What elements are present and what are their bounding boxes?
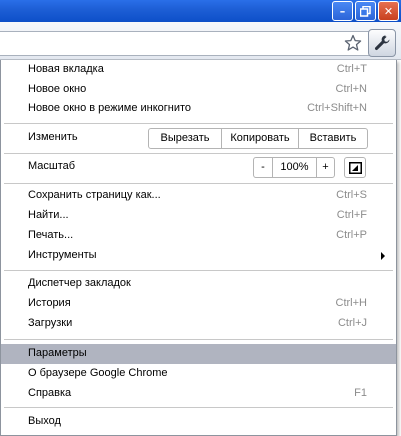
menu-item-exit[interactable]: Выход: [1, 412, 396, 432]
menu-item-shortcut: Ctrl+S: [336, 189, 367, 201]
menu-item-label: Печать...: [28, 229, 74, 241]
menu-item-label: Новое окно в режиме инкогнито: [28, 102, 192, 114]
star-icon[interactable]: [344, 34, 362, 52]
wrench-menu-button[interactable]: [368, 29, 396, 57]
menu-item-label: Загрузки: [28, 317, 73, 329]
fullscreen-button[interactable]: [344, 157, 366, 178]
menu-separator: [4, 183, 393, 184]
menu-item-new-tab[interactable]: Новая вкладка Ctrl+T: [1, 60, 396, 80]
close-button[interactable]: ✕: [378, 1, 399, 21]
menu-item-print[interactable]: Печать... Ctrl+P: [1, 226, 396, 246]
menu-item-label: Инструменты: [28, 249, 97, 261]
menu-item-label: Масштаб: [28, 160, 76, 172]
menu-item-label: Диспетчер закладок: [28, 277, 131, 289]
browser-toolbar: [0, 22, 401, 60]
menu-item-shortcut: Ctrl+J: [337, 317, 367, 329]
menu-item-settings[interactable]: Параметры: [1, 344, 396, 364]
menu-item-shortcut: Ctrl+T: [336, 63, 367, 75]
menu-item-history[interactable]: История Ctrl+H: [1, 294, 396, 314]
menu-item-shortcut: F1: [354, 387, 367, 399]
menu-item-new-window[interactable]: Новое окно Ctrl+N: [1, 80, 396, 100]
restore-button[interactable]: [355, 1, 376, 21]
zoom-out-button[interactable]: -: [254, 158, 272, 177]
zoom-level: 100%: [272, 158, 316, 177]
cut-button[interactable]: Вырезать: [149, 129, 221, 148]
menu-item-tools[interactable]: Инструменты: [1, 246, 396, 266]
menu-item-about[interactable]: О браузере Google Chrome: [1, 364, 396, 384]
menu-item-label: Найти...: [28, 209, 69, 221]
menu-item-shortcut: Ctrl+P: [336, 229, 367, 241]
restore-icon: [360, 5, 371, 17]
menu-item-edit: Изменить Вырезать Копировать Вставить: [1, 127, 396, 150]
minimize-button[interactable]: –: [332, 1, 353, 21]
paste-button[interactable]: Вставить: [298, 129, 367, 148]
menu-item-label: Параметры: [28, 347, 87, 359]
menu-item-downloads[interactable]: Загрузки Ctrl+J: [1, 314, 396, 334]
omnibox[interactable]: [0, 31, 372, 56]
menu-item-zoom: Масштаб - 100% +: [1, 156, 396, 179]
fullscreen-icon: [348, 161, 362, 174]
zoom-control: - 100% +: [253, 157, 335, 178]
copy-button[interactable]: Копировать: [221, 129, 298, 148]
menu-item-help[interactable]: Справка F1: [1, 384, 396, 404]
menu-separator: [4, 270, 393, 271]
menu-item-label: История: [28, 297, 71, 309]
menu-item-shortcut: Ctrl+H: [335, 297, 367, 309]
menu-separator: [4, 123, 393, 124]
menu-item-label: О браузере Google Chrome: [28, 367, 168, 379]
menu-separator: [4, 339, 393, 340]
menu-item-label: Справка: [28, 387, 72, 399]
menu-item-label: Новая вкладка: [28, 63, 104, 75]
window-titlebar: – ✕: [0, 0, 401, 22]
zoom-in-button[interactable]: +: [316, 158, 334, 177]
close-icon: ✕: [383, 4, 394, 18]
minimize-icon: –: [339, 4, 346, 18]
menu-item-find[interactable]: Найти... Ctrl+F: [1, 206, 396, 226]
menu-item-label: Новое окно: [28, 83, 87, 95]
menu-item-save-page[interactable]: Сохранить страницу как... Ctrl+S: [1, 186, 396, 206]
menu-item-shortcut: Ctrl+N: [335, 83, 367, 95]
menu-item-label: Сохранить страницу как...: [28, 189, 161, 201]
menu-item-bookmark-manager[interactable]: Диспетчер закладок: [1, 274, 396, 294]
submenu-arrow-icon: [381, 252, 385, 260]
menu-separator: [4, 153, 393, 154]
menu-item-label: Изменить: [28, 131, 78, 143]
menu-item-shortcut: Ctrl+Shift+N: [307, 102, 367, 114]
edit-button-group: Вырезать Копировать Вставить: [148, 128, 368, 149]
menu-item-incognito[interactable]: Новое окно в режиме инкогнито Ctrl+Shift…: [1, 99, 396, 119]
menu-item-shortcut: Ctrl+F: [336, 209, 367, 221]
window-controls: – ✕: [332, 1, 399, 21]
wrench-icon: [374, 35, 390, 51]
menu-separator: [4, 407, 393, 408]
chrome-main-menu: Новая вкладка Ctrl+T Новое окно Ctrl+N Н…: [0, 60, 397, 436]
menu-item-label: Выход: [28, 415, 61, 427]
